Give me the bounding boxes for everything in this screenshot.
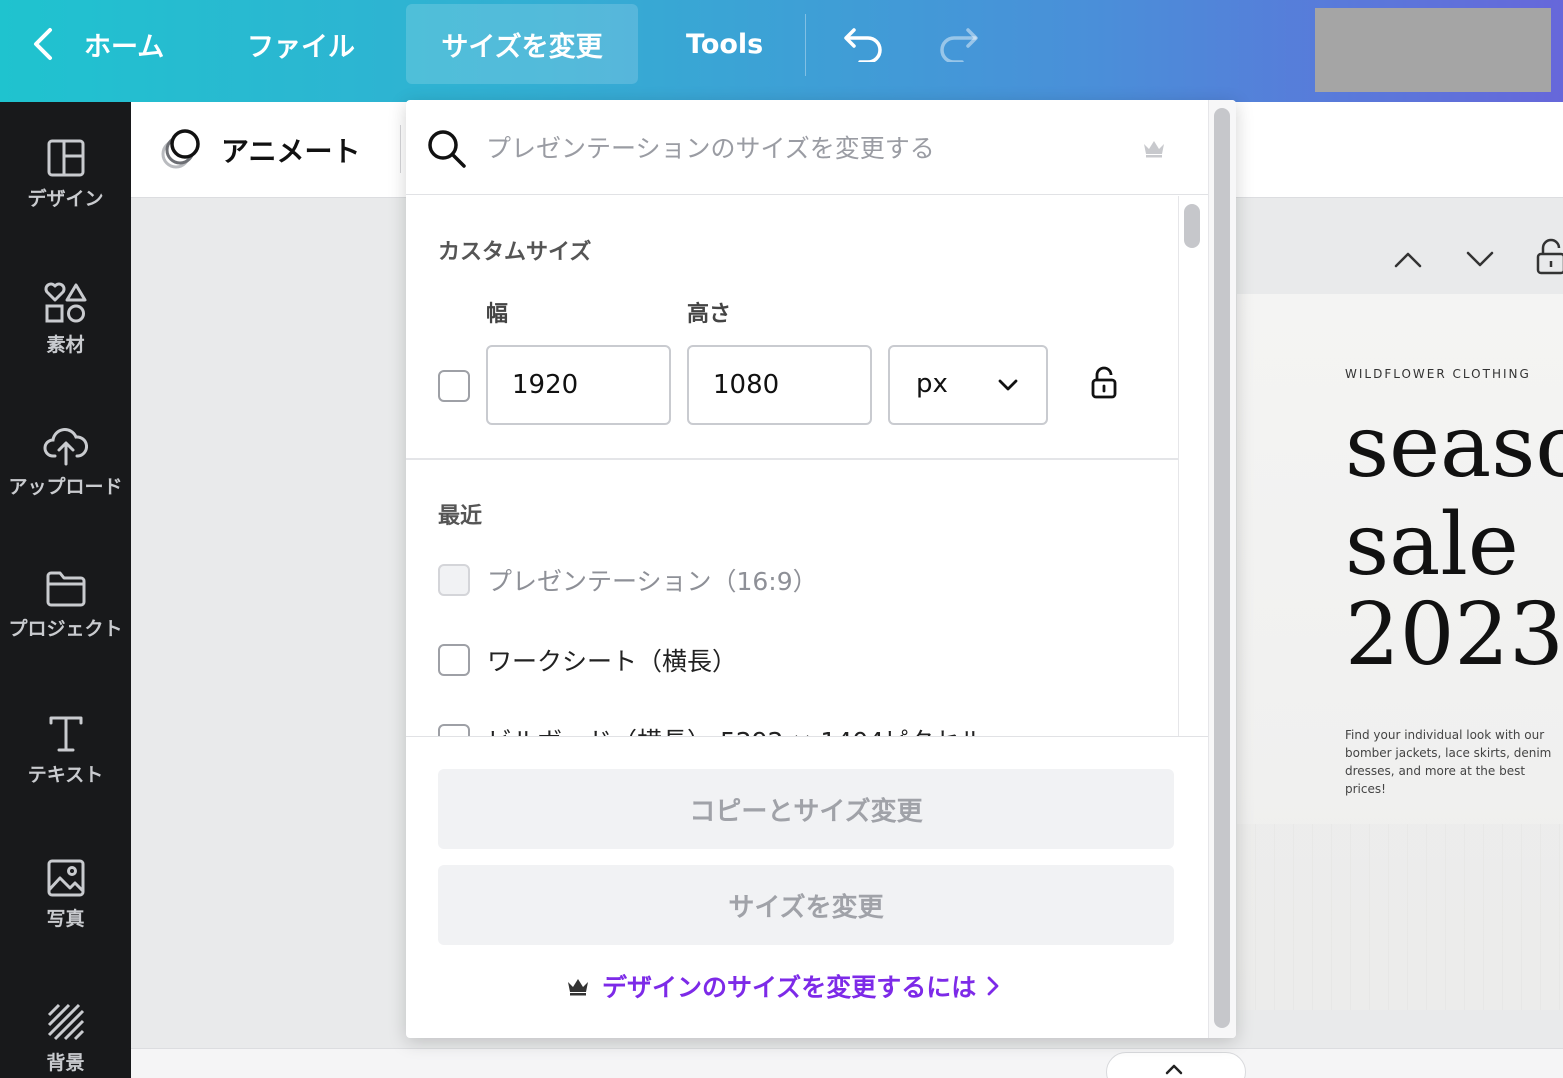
slide-description: Find your individual look with our bombe… (1345, 728, 1552, 796)
design-slide-preview[interactable]: WILDFLOWER CLOTHING seaso sale 2023 Find… (1237, 294, 1563, 1010)
file-menu-button[interactable]: ファイル (247, 0, 355, 88)
slide-floor-texture (1237, 824, 1563, 1010)
chevron-down-icon[interactable] (1464, 248, 1496, 270)
chevron-up-icon[interactable] (1392, 248, 1424, 270)
toolbar-divider (400, 125, 401, 173)
recent-item-checkbox (438, 564, 470, 596)
sidebar-item-label: デザイン (27, 188, 104, 210)
sidebar-item-background[interactable]: 背景 (0, 1002, 131, 1078)
elements-icon (44, 282, 86, 323)
bottom-bar (131, 1048, 1563, 1078)
resize-menu-button[interactable]: サイズを変更 (406, 4, 638, 84)
recent-item-label: ビルボード（横長） 5292 × 1404ピクセル (487, 722, 984, 736)
sidebar-item-design[interactable]: デザイン (0, 138, 131, 248)
sidebar-item-photos[interactable]: 写真 (0, 858, 131, 968)
list-scrollbar-track[interactable] (1178, 196, 1208, 736)
sidebar-item-projects[interactable]: プロジェクト (0, 570, 131, 680)
slide-title-line: 2023 (1345, 585, 1563, 685)
slide-brand-text: WILDFLOWER CLOTHING (1345, 367, 1531, 381)
sidebar-item-label: テキスト (27, 764, 104, 786)
recent-item-label: ワークシート（横長） (487, 647, 738, 676)
photo-icon (47, 859, 84, 897)
text-icon (49, 716, 82, 752)
layout-icon (47, 139, 84, 177)
sidebar-item-label: 背景 (46, 1052, 85, 1074)
list-scrollbar-thumb[interactable] (1184, 204, 1200, 248)
chevron-right-icon (987, 976, 999, 996)
recent-item-label: プレゼンテーション（16:9） (487, 567, 818, 596)
sidebar-item-upload[interactable]: アップロード (0, 426, 131, 536)
crown-icon (568, 979, 588, 996)
slide-title-line: seaso (1345, 397, 1563, 497)
tools-menu-button[interactable]: Tools (686, 0, 763, 88)
toolbar-divider (805, 14, 806, 76)
sidebar-item-label: 写真 (46, 908, 85, 930)
recent-list: プレゼンテーション（16:9） ワークシート（横長） ビルボード（横長） 529… (406, 100, 1178, 736)
sidebar-item-elements[interactable]: 素材 (0, 282, 131, 392)
redacted-area (1315, 8, 1551, 92)
home-button[interactable]: ホーム (84, 0, 164, 88)
resize-popup: カスタムサイズ 幅 高さ px 最近 プレゼンテーション（16:9） ワークシー… (406, 100, 1236, 1038)
slide-title-line: sale (1345, 495, 1519, 595)
upgrade-resize-link[interactable]: デザインのサイズを変更するには (566, 968, 1000, 1004)
left-sidebar: デザイン 素材 アップロード プロジェクト テキスト 写真 背景 (0, 102, 131, 1078)
undo-icon[interactable] (842, 22, 886, 62)
animate-button[interactable]: アニメート (221, 130, 360, 170)
background-icon (47, 1003, 84, 1041)
top-toolbar: ホーム ファイル サイズを変更 Tools (0, 0, 1563, 102)
upload-icon (43, 428, 88, 466)
resize-button[interactable]: サイズを変更 (438, 865, 1174, 945)
folder-icon (46, 571, 85, 607)
animate-icon[interactable] (158, 126, 204, 172)
sidebar-item-text[interactable]: テキスト (0, 714, 131, 824)
upgrade-link-label: デザインのサイズを変更するには (602, 973, 977, 1002)
footer-divider (406, 736, 1208, 737)
sidebar-item-label: 素材 (46, 334, 85, 356)
popup-scrollbar-thumb[interactable] (1214, 108, 1230, 1028)
chevron-left-icon[interactable] (30, 26, 58, 62)
recent-item-checkbox[interactable] (438, 724, 470, 736)
sidebar-item-label: アップロード (8, 476, 123, 498)
redo-icon[interactable] (936, 22, 980, 62)
recent-item-checkbox[interactable] (438, 644, 470, 676)
copy-and-resize-button[interactable]: コピーとサイズ変更 (438, 769, 1174, 849)
chevron-up-icon[interactable] (1164, 1062, 1184, 1076)
unlock-icon[interactable] (1535, 238, 1563, 276)
sidebar-item-label: プロジェクト (8, 618, 123, 640)
